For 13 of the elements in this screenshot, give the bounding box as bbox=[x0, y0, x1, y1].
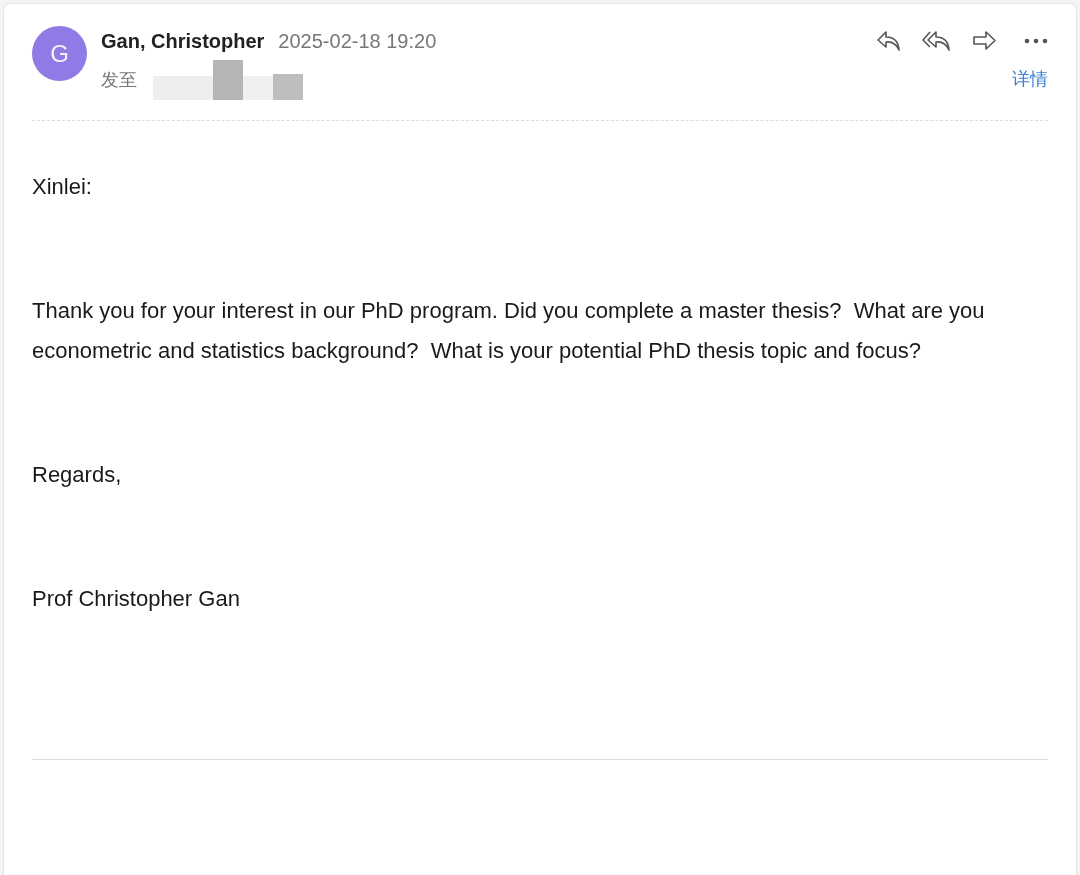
reply-all-icon[interactable] bbox=[922, 30, 952, 52]
reply-icon[interactable] bbox=[876, 30, 902, 52]
sent-date: 2025-02-18 19:20 bbox=[278, 29, 437, 54]
more-icon[interactable] bbox=[1024, 38, 1048, 44]
forward-icon[interactable] bbox=[972, 30, 998, 52]
body-paragraph: Xinlei: bbox=[32, 173, 93, 201]
body-paragraph: Prof Christopher Gan bbox=[32, 585, 241, 613]
avatar: G bbox=[32, 26, 87, 81]
body-paragraph: Thank you for your interest in our PhD program. Did you complete a master thesis? What are you econometric and statistics background? What is your potential PhD thesis topic and focus? bbox=[32, 297, 986, 365]
sender-name: Gan, Christopher bbox=[101, 29, 265, 54]
details-link[interactable]: 详情 bbox=[1012, 66, 1048, 93]
recipient-label: 发至 bbox=[101, 68, 137, 92]
body-paragraph: Regards, bbox=[32, 461, 123, 489]
